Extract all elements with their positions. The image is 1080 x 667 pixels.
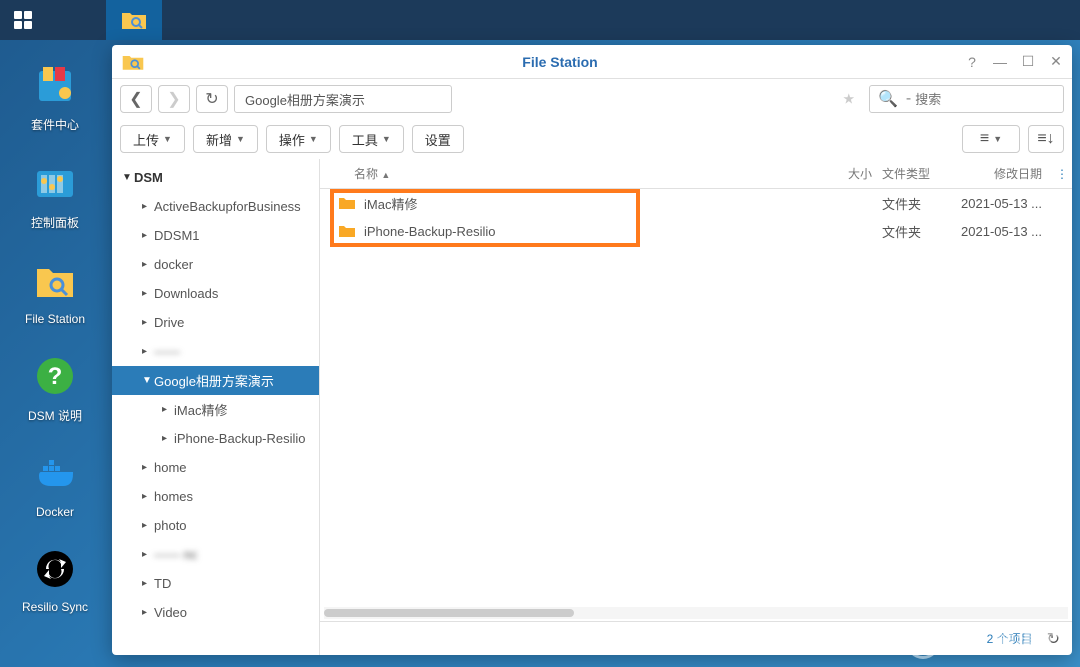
search-icon: 🔍 [878,89,898,109]
create-button[interactable]: 新增▼ [193,125,258,153]
desktop-icon-control-panel[interactable]: 控制面板 [30,158,80,231]
tree-item[interactable]: ▸ActiveBackupforBusiness [112,192,319,221]
file-row[interactable]: iPhone-Backup-Resilio 文件夹 2021-05-13 ... [320,217,1072,245]
file-list-area: 名称 ▲ 大小 文件类型 修改日期 ⋮ iMac精修 文件夹 2021-05-1… [320,159,1072,655]
desktop-icon-package-center[interactable]: 套件中心 [30,60,80,133]
favorite-icon[interactable]: ★ [842,91,855,108]
tree-item[interactable]: ▸—— [112,337,319,366]
desktop-icon-dsm-help[interactable]: ? DSM 说明 [28,351,82,424]
file-station-window: File Station ? — ☐ ✕ ❮ ❯ ↻ ★ 🔍 - 上传▼ 新增▼… [112,45,1072,655]
tree-item[interactable]: ▸iMac精修 [112,395,319,424]
col-name[interactable]: 名称 ▲ [320,165,822,182]
folder-icon [338,196,356,210]
main-menu-button[interactable] [0,0,46,40]
maximize-icon[interactable]: ☐ [1020,54,1036,70]
tree-item[interactable]: ▸Video [112,598,319,627]
actions-button[interactable]: 操作▼ [266,125,331,153]
tree-item[interactable]: ▸Drive [112,308,319,337]
horizontal-scrollbar[interactable] [324,607,1068,619]
desktop-icon-file-station[interactable]: File Station [25,256,85,326]
desktop-icon-docker[interactable]: Docker [30,449,80,519]
desktop-icon-label: 套件中心 [31,116,79,133]
svg-text:?: ? [48,363,63,390]
col-size[interactable]: 大小 [822,165,872,182]
tree-item[interactable]: ▸Downloads [112,279,319,308]
desktop-icon-label: DSM 说明 [28,407,82,424]
tree-root[interactable]: ▼DSM [112,163,319,192]
desktop-icon-label: 控制面板 [31,214,79,231]
search-box[interactable]: 🔍 - [869,85,1064,113]
view-mode-button[interactable]: ≡ ▼ [962,125,1020,153]
close-icon[interactable]: ✕ [1048,54,1064,70]
pin-icon[interactable]: ? [964,54,980,70]
nav-toolbar: ❮ ❯ ↻ ★ 🔍 - [112,79,1072,119]
sort-button[interactable]: ≡↓ [1028,125,1064,153]
minimize-icon[interactable]: — [992,54,1008,70]
watermark-icon: 值 [906,625,940,659]
upload-button[interactable]: 上传▼ [120,125,185,153]
settings-button[interactable]: 设置 [412,125,464,153]
back-button[interactable]: ❮ [120,85,152,113]
reload-button[interactable]: ↻ [196,85,228,113]
folder-icon [338,224,356,238]
tree-item[interactable]: ▸homes [112,482,319,511]
desktop-icon-resilio-sync[interactable]: Resilio Sync [22,544,88,614]
watermark: 值 什么值得买 [906,625,1060,659]
action-toolbar: 上传▼ 新增▼ 操作▼ 工具▼ 设置 ≡ ▼ ≡↓ [112,119,1072,159]
window-title: File Station [156,54,964,70]
desktop-icon-label: Resilio Sync [22,600,88,614]
taskbar [0,0,1080,40]
tree-item[interactable]: ▸docker [112,250,319,279]
col-date[interactable]: 修改日期 [942,165,1052,182]
desktop-icon-label: File Station [25,312,85,326]
tree-item[interactable]: ▸DDSM1 [112,221,319,250]
tools-button[interactable]: 工具▼ [339,125,404,153]
forward-button[interactable]: ❯ [158,85,190,113]
tree-item[interactable]: ▸photo [112,511,319,540]
col-type[interactable]: 文件类型 [872,165,942,182]
path-input[interactable] [234,85,452,113]
tree-item[interactable]: ▸home [112,453,319,482]
window-header: File Station ? — ☐ ✕ [112,45,1072,79]
tree-item[interactable]: ▸TD [112,569,319,598]
search-input[interactable] [915,92,1055,107]
tree-item[interactable]: ▸iPhone-Backup-Resilio [112,424,319,453]
file-list-header: 名称 ▲ 大小 文件类型 修改日期 ⋮ [320,159,1072,189]
taskbar-file-station[interactable] [106,0,162,40]
tree-item-selected[interactable]: ▼Google相册方案演示 [112,366,319,395]
desktop-icon-label: Docker [36,505,74,519]
col-more-icon[interactable]: ⋮ [1052,167,1072,181]
file-row[interactable]: iMac精修 文件夹 2021-05-13 ... [320,189,1072,217]
folder-tree: ▼DSM ▸ActiveBackupforBusiness ▸DDSM1 ▸do… [112,159,320,655]
window-app-icon [120,49,146,75]
tree-item[interactable]: ▸—— nc [112,540,319,569]
desktop-icons: 套件中心 控制面板 File Station ? DSM 说明 Docker R… [0,60,110,614]
